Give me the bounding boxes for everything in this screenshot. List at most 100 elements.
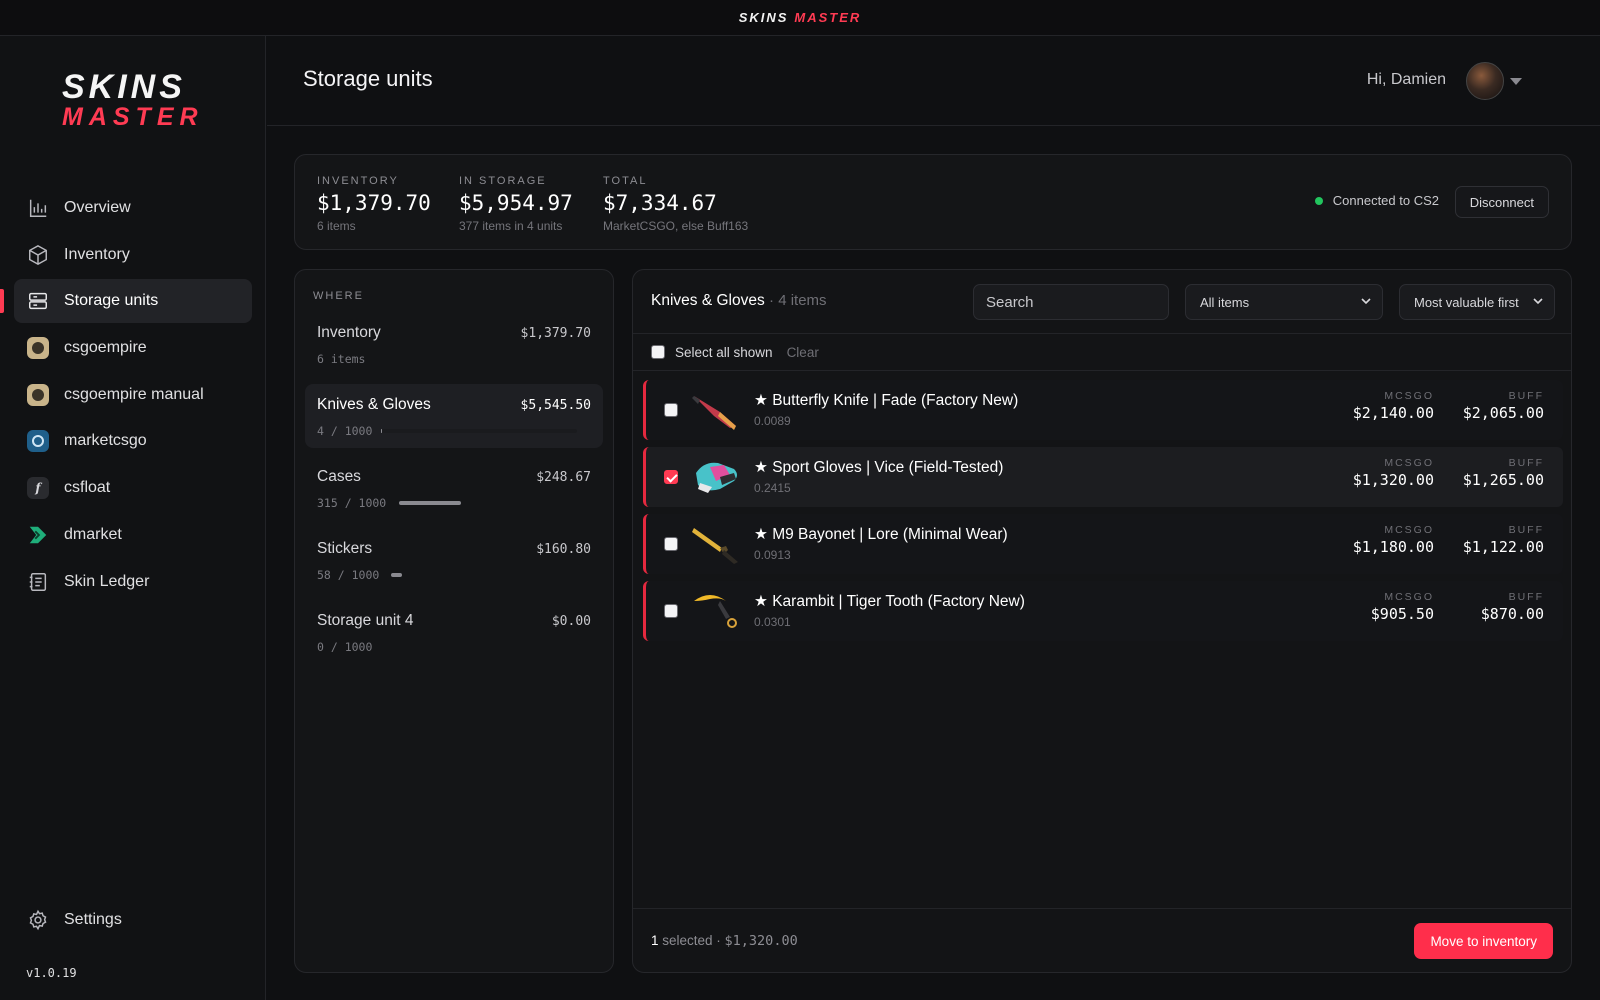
sidebar-item-label: Inventory: [64, 245, 130, 263]
stat-total: TOTAL $7,334.67 MarketCSGO, else Buff163: [603, 175, 748, 233]
where-panel: WHERE Inventory $1,379.70 6 items Knives…: [294, 269, 614, 973]
ledger-icon: [26, 570, 50, 594]
item-row[interactable]: ★ M9 Bayonet | Lore (Minimal Wear) 0.091…: [643, 514, 1563, 574]
item-row[interactable]: ★ Sport Gloves | Vice (Field-Tested) 0.2…: [643, 447, 1563, 507]
item-float: 0.0913: [754, 548, 791, 562]
sidebar-item-storage-units[interactable]: Storage units: [0, 279, 252, 324]
sidebar-item-inventory[interactable]: Inventory: [14, 233, 252, 277]
chevron-down-icon[interactable]: [1510, 78, 1522, 85]
page-header: Storage units Hi, Damien: [267, 36, 1600, 126]
page-title: Storage units: [303, 66, 433, 91]
items-title: Knives & Gloves · 4 items: [651, 292, 827, 310]
sidebar-item-csgoempire-manual[interactable]: csgoempire manual: [14, 373, 252, 417]
connection-label: Connected to CS2: [1332, 193, 1439, 208]
capacity-bar: [391, 573, 587, 577]
sidebar-item-settings[interactable]: Settings: [26, 908, 122, 932]
price-label: MCSGO: [1384, 591, 1434, 603]
sidebar-item-csfloat[interactable]: f csfloat: [14, 466, 252, 510]
dmarket-icon: [26, 523, 50, 547]
price-buff: BUFF $870.00: [1434, 591, 1544, 623]
avatar[interactable]: [1466, 62, 1504, 100]
select-all-label[interactable]: Select all shown: [675, 345, 773, 360]
unit-knives-gloves[interactable]: Knives & Gloves $5,545.50 4 / 1000: [305, 384, 603, 448]
unit-stickers[interactable]: Stickers $160.80 58 / 1000: [305, 528, 603, 592]
gear-icon: [26, 908, 50, 932]
unit-storage-4[interactable]: Storage unit 4 $0.00 0 / 1000: [305, 600, 603, 664]
search-input[interactable]: [973, 284, 1169, 320]
capacity-bar-fill: [391, 573, 403, 577]
price-label: BUFF: [1508, 524, 1544, 536]
item-row[interactable]: ★ Karambit | Tiger Tooth (Factory New) 0…: [643, 581, 1563, 641]
chevron-down-icon: [1361, 298, 1371, 305]
select-all-checkbox[interactable]: [651, 345, 665, 359]
price-value: $1,180.00: [1352, 538, 1434, 556]
chevron-down-icon: [1533, 298, 1543, 305]
items-panel: Knives & Gloves · 4 items All items Most…: [632, 269, 1572, 973]
where-label: WHERE: [313, 290, 364, 302]
clear-selection-link[interactable]: Clear: [787, 345, 819, 360]
unit-name: Knives & Gloves: [317, 396, 431, 413]
sidebar-item-skin-ledger[interactable]: Skin Ledger: [14, 560, 252, 604]
item-checkbox[interactable]: [664, 403, 678, 417]
item-row[interactable]: ★ Butterfly Knife | Fade (Factory New) 0…: [643, 380, 1563, 440]
box-icon: [26, 243, 50, 267]
sidebar-nav: Overview Inventory Storage units csgoemp…: [0, 186, 252, 606]
price-label: BUFF: [1508, 591, 1544, 603]
sidebar-item-csgoempire[interactable]: csgoempire: [14, 326, 252, 370]
stat-in-storage: IN STORAGE $5,954.97 377 items in 4 unit…: [459, 175, 573, 233]
items-count: 4 items: [778, 292, 827, 309]
storage-icon: [26, 289, 50, 313]
items-footer: 1 selected · $1,320.00 Move to inventory: [633, 908, 1571, 972]
item-name: ★ Sport Gloves | Vice (Field-Tested): [754, 459, 1004, 476]
selected-text: selected ·: [658, 933, 725, 948]
settings-label: Settings: [64, 911, 122, 928]
item-name: ★ Butterfly Knife | Fade (Factory New): [754, 392, 1019, 409]
user-greeting: Hi, Damien: [1366, 71, 1446, 88]
stat-sub: 377 items in 4 units: [459, 219, 563, 233]
sidebar-item-label: csfloat: [64, 479, 111, 497]
price-mcsgo: MCSGO $1,180.00: [1324, 524, 1434, 556]
unit-cases[interactable]: Cases $248.67 315 / 1000: [305, 456, 603, 520]
unit-inventory[interactable]: Inventory $1,379.70 6 items: [305, 312, 603, 376]
stat-label: TOTAL: [603, 175, 648, 187]
sidebar-item-dmarket[interactable]: dmarket: [14, 513, 252, 557]
sort-value: Most valuable first: [1414, 294, 1519, 310]
csfloat-icon: f: [26, 476, 50, 500]
move-to-inventory-button[interactable]: Move to inventory: [1414, 923, 1553, 959]
disconnect-button[interactable]: Disconnect: [1454, 186, 1549, 218]
marketcsgo-icon: [26, 429, 50, 453]
price-value: $1,265.00: [1462, 471, 1544, 489]
sidebar-item-marketcsgo[interactable]: marketcsgo: [14, 419, 252, 463]
item-checkbox[interactable]: [664, 470, 678, 484]
stat-value: $7,334.67: [603, 191, 717, 215]
price-label: BUFF: [1508, 390, 1544, 402]
unit-count: 4 / 1000: [317, 424, 373, 438]
sort-select[interactable]: Most valuable first: [1399, 284, 1555, 320]
titlebar-word-2: MASTER: [794, 10, 862, 25]
sidebar-item-overview[interactable]: Overview: [14, 186, 252, 230]
sidebar-item-label: Storage units: [64, 292, 159, 310]
item-checkbox[interactable]: [664, 537, 678, 551]
sidebar-item-label: csgoempire: [64, 339, 147, 357]
unit-value: $160.80: [536, 542, 591, 557]
csgoempire-icon: [26, 336, 50, 360]
price-buff: BUFF $1,265.00: [1434, 457, 1544, 489]
unit-count: 315 / 1000: [317, 496, 387, 510]
sidebar-item-label: dmarket: [64, 525, 122, 543]
app-version: v1.0.19: [26, 966, 77, 980]
unit-value: $1,379.70: [520, 326, 591, 341]
price-label: MCSGO: [1384, 457, 1434, 469]
filter-value: All items: [1200, 294, 1250, 310]
price-label: MCSGO: [1384, 390, 1434, 402]
price-value: $870.00: [1480, 605, 1544, 623]
price-value: $2,065.00: [1462, 404, 1544, 422]
capacity-bar: [381, 429, 577, 433]
filter-select[interactable]: All items: [1185, 284, 1383, 320]
app-logo[interactable]: SKINS MASTER: [62, 70, 204, 132]
unit-name: Inventory: [317, 324, 381, 341]
unit-value: $248.67: [536, 470, 591, 485]
unit-count: 6 items: [317, 352, 366, 366]
item-checkbox[interactable]: [664, 604, 678, 618]
price-buff: BUFF $2,065.00: [1434, 390, 1544, 422]
item-float: 0.0301: [754, 615, 791, 629]
